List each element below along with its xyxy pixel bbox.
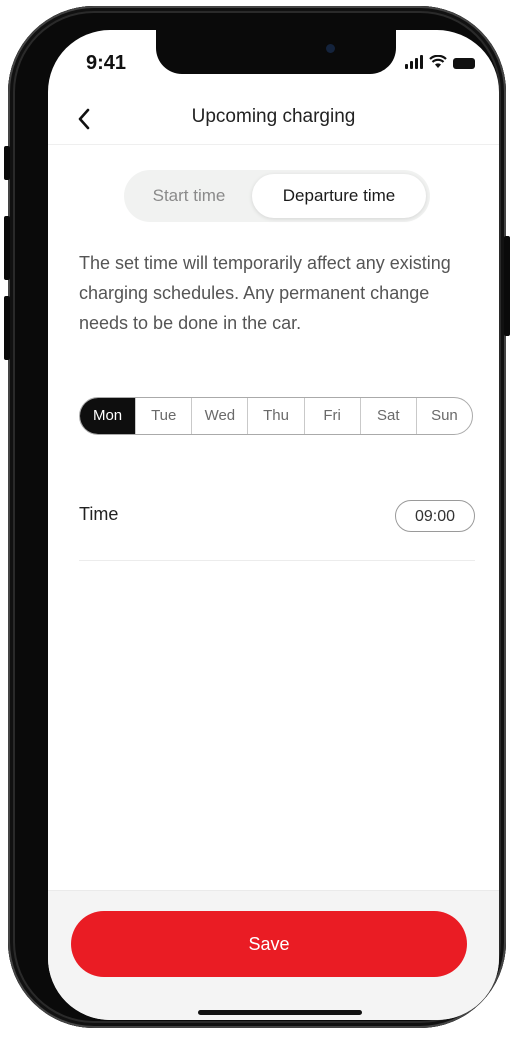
day-sat[interactable]: Sat	[359, 398, 416, 434]
home-indicator	[198, 1010, 362, 1015]
start-time-option[interactable]: Start time	[128, 174, 250, 218]
day-tue[interactable]: Tue	[135, 398, 191, 434]
power-button	[504, 236, 510, 336]
day-mon[interactable]: Mon	[80, 398, 136, 434]
wifi-icon	[429, 55, 447, 68]
day-fri[interactable]: Fri	[303, 398, 360, 434]
day-wed[interactable]: Wed	[191, 398, 247, 434]
departure-time-option[interactable]: Departure time	[252, 174, 426, 218]
signal-icon	[405, 55, 423, 69]
time-setting-row: Time 09:00	[79, 494, 475, 561]
time-mode-toggle: Start time Departure time	[124, 170, 430, 222]
day-sun[interactable]: Sun	[415, 398, 472, 434]
battery-icon	[453, 58, 475, 69]
phone-frame: 9:41 Upcoming charging Start time Depart…	[4, 6, 510, 1028]
page-title: Upcoming charging	[191, 106, 356, 127]
schedule-info-text: The set time will temporarily affect any…	[79, 253, 451, 333]
day-thu[interactable]: Thu	[247, 398, 303, 434]
front-camera	[326, 44, 335, 53]
day-selector: Mon Tue Wed Thu Fri Sat Sun	[79, 397, 473, 435]
mute-switch	[4, 146, 10, 180]
time-picker-button[interactable]: 09:00	[395, 500, 475, 532]
app-screen: 9:41 Upcoming charging Start time Depart…	[48, 30, 499, 1020]
time-label: Time	[79, 504, 119, 524]
save-button[interactable]: Save	[71, 911, 467, 977]
footer-bar: Save	[48, 890, 499, 1020]
nav-header: Upcoming charging	[48, 98, 499, 145]
volume-up-button	[4, 216, 10, 280]
status-time: 9:41	[86, 52, 127, 74]
notch	[156, 30, 396, 74]
volume-down-button	[4, 296, 10, 360]
status-icons	[405, 55, 475, 69]
